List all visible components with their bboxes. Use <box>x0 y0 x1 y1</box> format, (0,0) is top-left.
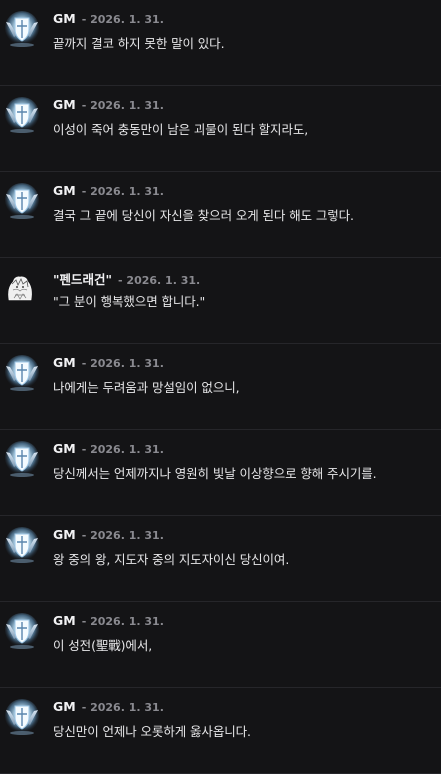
comment-date: - 2026. 1. 31. <box>81 185 164 198</box>
comment-body: 당신만이 언제나 오롯하게 옳사옵니다. <box>53 721 437 740</box>
comment-meta: GM - 2026. 1. 31. <box>53 183 164 198</box>
shield-emblem-icon[interactable] <box>2 181 42 221</box>
shield-emblem-icon[interactable] <box>2 439 42 479</box>
comment-text: 나에게는 두려움과 망설임이 없으니, <box>53 380 240 395</box>
comment-author[interactable]: GM <box>53 613 76 628</box>
comment-author[interactable]: GM <box>53 441 76 456</box>
comment-author[interactable]: "펜드래건" <box>53 272 112 287</box>
comment-text: "그 분이 행복했으면 합니다." <box>53 294 206 309</box>
comment-text: 결국 그 끝에 당신이 자신을 찾으러 오게 된다 해도 그렇다. <box>53 208 354 223</box>
comment-meta: GM - 2026. 1. 31. <box>53 11 164 26</box>
comment-author[interactable]: GM <box>53 699 76 714</box>
comment-item: GM - 2026. 1. 31. 끝까지 결코 하지 못한 말이 있다. <box>0 0 441 86</box>
comment-meta: GM - 2026. 1. 31. <box>53 441 164 456</box>
comment-body: "그 분이 행복했으면 합니다." <box>53 291 437 310</box>
comment-feed: GM - 2026. 1. 31. 끝까지 결코 하지 못한 말이 있다. GM - 2… <box>0 0 441 774</box>
comment-date: - 2026. 1. 31. <box>81 99 164 112</box>
shield-emblem-icon[interactable] <box>2 95 42 135</box>
shield-emblem-icon[interactable] <box>2 697 42 737</box>
shield-emblem-icon[interactable] <box>2 525 42 565</box>
comment-date: - 2026. 1. 31. <box>118 274 201 287</box>
comment-author[interactable]: GM <box>53 183 76 198</box>
shield-emblem-icon[interactable] <box>2 611 42 651</box>
comment-body: 끝까지 결코 하지 못한 말이 있다. <box>53 33 437 52</box>
comment-author[interactable]: GM <box>53 355 76 370</box>
comment-text: 왕 중의 왕, 지도자 중의 지도자이신 당신이여. <box>53 552 290 567</box>
comment-item: GM - 2026. 1. 31. 왕 중의 왕, 지도자 중의 지도자이신 당신이… <box>0 516 441 602</box>
comment-meta: GM - 2026. 1. 31. <box>53 699 164 714</box>
comment-date: - 2026. 1. 31. <box>81 443 164 456</box>
comment-text: 당신께서는 언제까지나 영원히 빛날 이상향으로 향해 주시기를. <box>53 466 377 481</box>
comment-item: GM - 2026. 1. 31. 이 성전(聖戰)에서, <box>0 602 441 688</box>
comment-meta: GM - 2026. 1. 31. <box>53 527 164 542</box>
comment-item: GM - 2026. 1. 31. 이성이 죽어 충동만이 남은 괴물이 된다 할지… <box>0 86 441 172</box>
comment-body: 이성이 죽어 충동만이 남은 괴물이 된다 할지라도, <box>53 119 437 138</box>
comment-date: - 2026. 1. 31. <box>81 529 164 542</box>
comment-item: GM - 2026. 1. 31. 당신만이 언제나 오롯하게 옳사옵니다. <box>0 688 441 774</box>
comment-text: 끝까지 결코 하지 못한 말이 있다. <box>53 36 225 51</box>
sketch-avatar[interactable] <box>3 270 37 304</box>
comment-item: "펜드래건" - 2026. 1. 31. "그 분이 행복했으면 합니다." <box>0 258 441 344</box>
comment-item: GM - 2026. 1. 31. 결국 그 끝에 당신이 자신을 찾으러 오게 된… <box>0 172 441 258</box>
comment-item: GM - 2026. 1. 31. 당신께서는 언제까지나 영원히 빛날 이상향으로… <box>0 430 441 516</box>
comment-body: 당신께서는 언제까지나 영원히 빛날 이상향으로 향해 주시기를. <box>53 463 437 482</box>
comment-date: - 2026. 1. 31. <box>81 615 164 628</box>
comment-text: 당신만이 언제나 오롯하게 옳사옵니다. <box>53 724 251 739</box>
comment-item: GM - 2026. 1. 31. 나에게는 두려움과 망설임이 없으니, <box>0 344 441 430</box>
comment-text: 이 성전(聖戰)에서, <box>53 638 153 653</box>
comment-text: 이성이 죽어 충동만이 남은 괴물이 된다 할지라도, <box>53 122 309 137</box>
comment-meta: "펜드래건" - 2026. 1. 31. <box>53 269 200 288</box>
comment-meta: GM - 2026. 1. 31. <box>53 97 164 112</box>
comment-date: - 2026. 1. 31. <box>81 701 164 714</box>
comment-date: - 2026. 1. 31. <box>81 357 164 370</box>
comment-author[interactable]: GM <box>53 527 76 542</box>
comment-body: 결국 그 끝에 당신이 자신을 찾으러 오게 된다 해도 그렇다. <box>53 205 437 224</box>
comment-meta: GM - 2026. 1. 31. <box>53 355 164 370</box>
comment-body: 이 성전(聖戰)에서, <box>53 635 437 654</box>
comment-meta: GM - 2026. 1. 31. <box>53 613 164 628</box>
shield-emblem-icon[interactable] <box>2 353 42 393</box>
comment-author[interactable]: GM <box>53 97 76 112</box>
shield-emblem-icon[interactable] <box>2 9 42 49</box>
comment-author[interactable]: GM <box>53 11 76 26</box>
comment-body: 왕 중의 왕, 지도자 중의 지도자이신 당신이여. <box>53 549 437 568</box>
comment-date: - 2026. 1. 31. <box>81 13 164 26</box>
comment-body: 나에게는 두려움과 망설임이 없으니, <box>53 377 437 396</box>
